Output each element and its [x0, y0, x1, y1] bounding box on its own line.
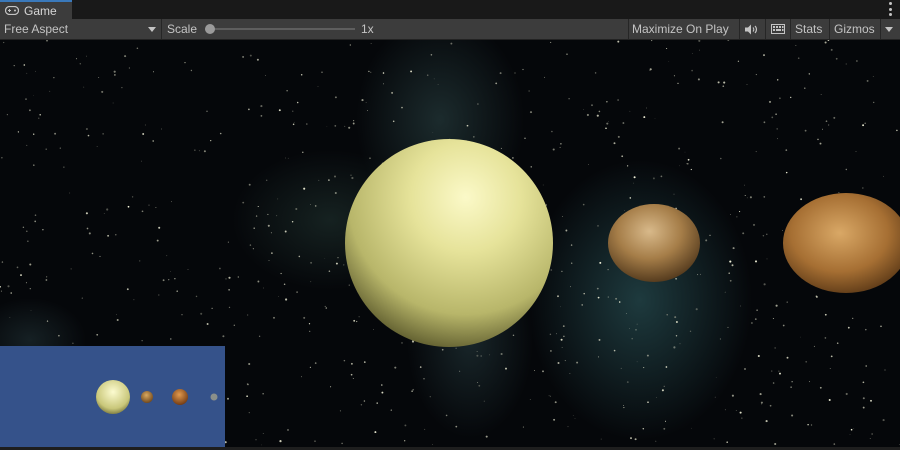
gizmos-button[interactable]: Gizmos — [834, 19, 875, 39]
kebab-menu-icon[interactable] — [888, 2, 892, 16]
stats-button[interactable]: Stats — [795, 19, 822, 39]
minimap-planet — [210, 393, 218, 401]
minimap-planet — [172, 389, 188, 405]
game-viewport[interactable] — [0, 40, 900, 447]
sun-planet — [345, 139, 553, 347]
toolbar-divider — [628, 19, 629, 39]
minimap-planet — [141, 391, 153, 403]
tab-game[interactable]: Game — [0, 0, 72, 19]
keyboard-shortcuts-button[interactable] — [771, 19, 785, 39]
toolbar-divider — [829, 19, 830, 39]
keyboard-icon — [771, 24, 785, 34]
scale-slider-track[interactable] — [205, 28, 355, 30]
chevron-down-icon — [148, 27, 156, 32]
rocky-planet — [608, 204, 700, 282]
game-toolbar: Free Aspect Scale 1x Maximize On Play St… — [0, 19, 900, 40]
toolbar-divider — [765, 19, 766, 39]
scale-value: 1x — [361, 22, 374, 36]
toolbar-divider — [880, 19, 881, 39]
chevron-down-icon — [885, 26, 893, 32]
tab-game-label: Game — [24, 3, 57, 18]
rocky-planet-right — [783, 193, 900, 293]
toolbar-divider — [739, 19, 740, 39]
gamepad-icon — [5, 6, 19, 15]
aspect-dropdown[interactable]: Free Aspect — [4, 19, 158, 39]
minimap-planets — [96, 380, 218, 414]
mute-audio-button[interactable] — [745, 19, 758, 39]
toolbar-divider — [161, 19, 162, 39]
aspect-dropdown-label: Free Aspect — [4, 22, 69, 36]
scale-slider-handle[interactable] — [205, 24, 215, 34]
speaker-icon — [745, 24, 757, 34]
tab-bar: Game — [0, 0, 900, 19]
minimap-sun — [96, 380, 130, 414]
toolbar-divider — [790, 19, 791, 39]
minimap-camera-view — [0, 346, 225, 447]
maximize-on-play-button[interactable]: Maximize On Play — [632, 19, 729, 39]
scale-label: Scale — [167, 22, 198, 36]
gizmos-dropdown-button[interactable] — [885, 19, 893, 39]
